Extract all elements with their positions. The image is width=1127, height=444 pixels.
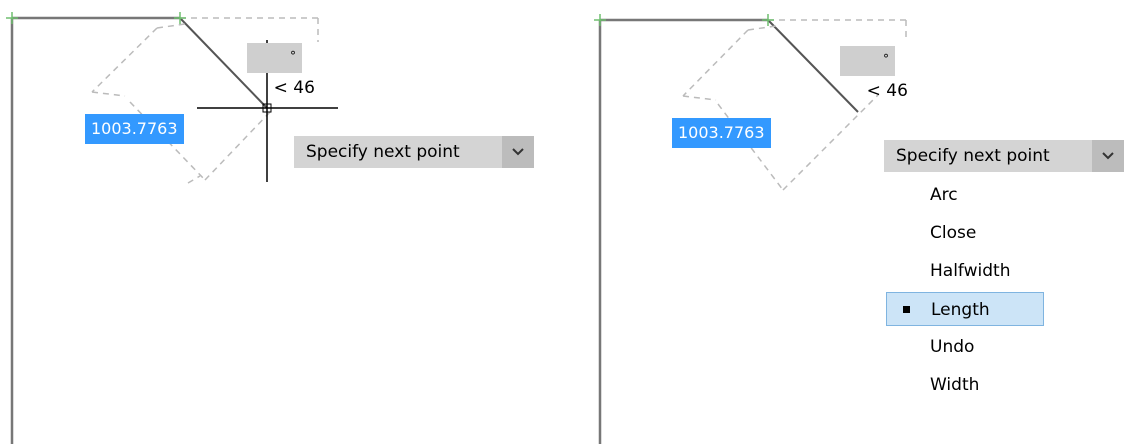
distance-value: 1003.7763 — [91, 119, 178, 138]
command-prompt-dropdown[interactable]: Specify next point — [884, 140, 1124, 172]
dropdown-arrow-button[interactable] — [1092, 140, 1124, 172]
menu-item-label: Length — [931, 300, 990, 320]
degree-symbol: ° — [883, 52, 889, 66]
menu-item-arc[interactable]: Arc — [886, 178, 1044, 212]
menu-item-length[interactable]: Length — [886, 292, 1044, 326]
menu-item-width[interactable]: Width — [886, 368, 1044, 402]
options-menu: Arc Close Halfwidth Length Undo Width — [886, 178, 1044, 408]
drawing-panel-right[interactable]: < 46 ° 1003.7763 Specify next point Arc … — [588, 0, 1127, 444]
menu-item-label: Arc — [930, 185, 958, 205]
menu-item-label: Width — [930, 375, 980, 395]
prompt-text: Specify next point — [306, 142, 460, 162]
menu-item-halfwidth[interactable]: Halfwidth — [886, 254, 1044, 288]
angle-value: < 46 — [273, 78, 315, 98]
chevron-down-icon — [1102, 152, 1114, 160]
angle-value: < 46 — [866, 81, 908, 101]
angle-input[interactable]: < 46 ° — [840, 46, 908, 101]
menu-item-close[interactable]: Close — [886, 216, 1044, 250]
command-prompt-dropdown[interactable]: Specify next point — [294, 136, 534, 168]
distance-input[interactable]: 1003.7763 — [672, 118, 771, 148]
chevron-down-icon — [512, 148, 524, 156]
menu-item-label: Halfwidth — [930, 261, 1011, 281]
menu-item-label: Undo — [930, 337, 975, 357]
menu-item-undo[interactable]: Undo — [886, 330, 1044, 364]
distance-value: 1003.7763 — [678, 123, 765, 142]
dropdown-arrow-button[interactable] — [502, 136, 534, 168]
degree-symbol: ° — [290, 49, 296, 63]
menu-item-label: Close — [930, 223, 977, 243]
prompt-text: Specify next point — [896, 146, 1050, 166]
drawing-panel-left[interactable]: < 46 ° 1003.7763 Specify next point — [0, 0, 560, 444]
angle-input[interactable]: < 46 ° — [247, 43, 315, 98]
distance-input[interactable]: 1003.7763 — [85, 114, 184, 144]
selected-bullet-icon — [903, 306, 910, 313]
